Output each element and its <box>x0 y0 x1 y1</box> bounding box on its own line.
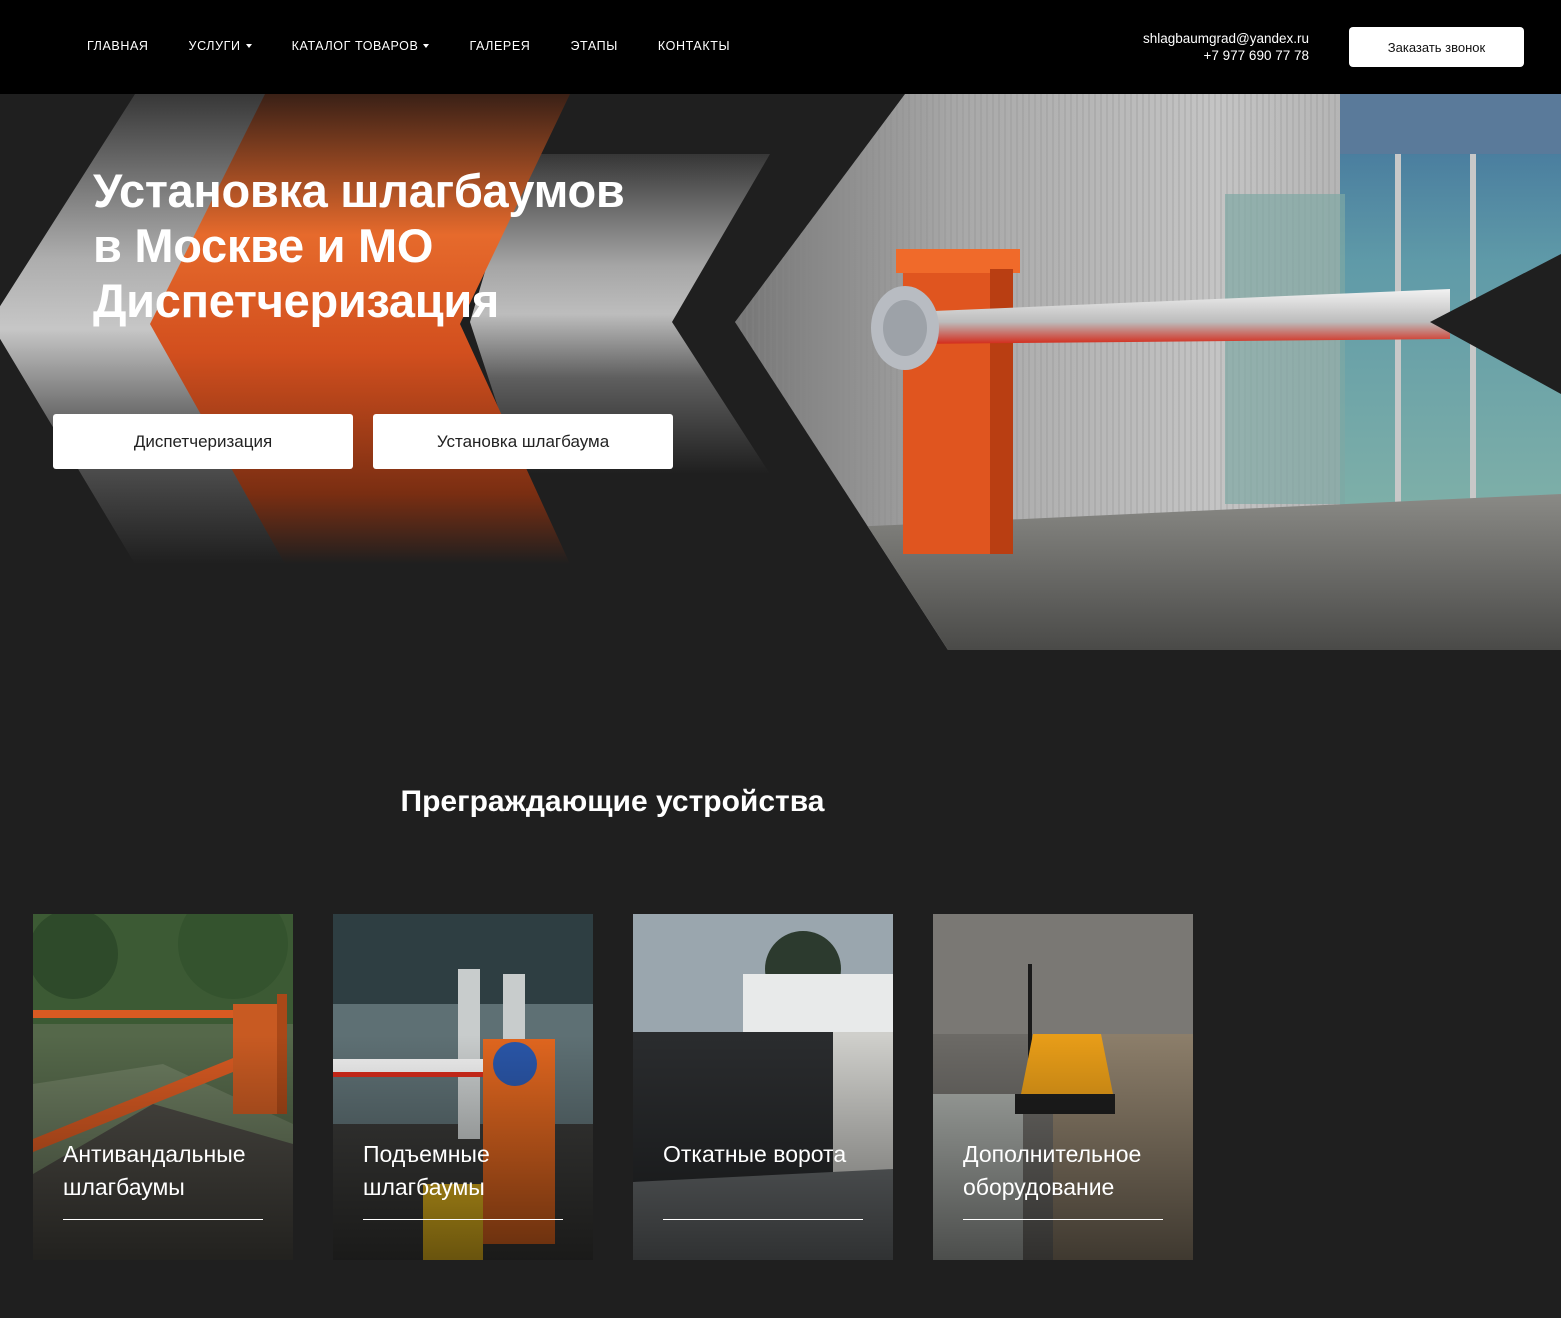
card-underline <box>363 1219 563 1220</box>
hero-banner: Установка шлагбаумов в Москве и МО Диспе… <box>0 94 1561 650</box>
dispatching-button[interactable]: Диспетчеризация <box>53 414 353 469</box>
hero-title: Установка шлагбаумов в Москве и МО Диспе… <box>93 163 625 328</box>
hero-title-line: Диспетчеризация <box>93 274 500 327</box>
card-shade <box>633 914 893 1260</box>
card-shade <box>333 914 593 1260</box>
hero-title-line: Установка шлагбаумов <box>93 164 625 217</box>
order-call-button[interactable]: Заказать звонок <box>1349 27 1524 67</box>
card-shade <box>933 914 1193 1260</box>
nav-item-stages[interactable]: Этапы <box>570 39 617 53</box>
card-underline <box>963 1219 1163 1220</box>
nav-item-catalog[interactable]: Каталог товаров <box>292 39 430 53</box>
card-extra-equipment[interactable]: Дополнительное оборудование <box>933 914 1193 1260</box>
card-antivandal-barriers[interactable]: Антивандальные шлагбаумы <box>33 914 293 1260</box>
card-shade <box>33 914 293 1260</box>
contact-email[interactable]: shlagbaumgrad@yandex.ru <box>1143 30 1309 47</box>
card-lifting-barriers[interactable]: Подъемные шлагбаумы <box>333 914 593 1260</box>
barrier-install-button[interactable]: Установка шлагбаума <box>373 414 673 469</box>
card-label: Откатные ворота <box>663 1141 847 1167</box>
section-title: Преграждающие устройства <box>400 785 825 818</box>
nav-item-home[interactable]: Главная <box>87 39 149 53</box>
card-underline <box>663 1219 863 1220</box>
header-contacts: shlagbaumgrad@yandex.ru +7 977 690 77 78 <box>1143 30 1309 64</box>
caret-down-icon <box>423 44 430 48</box>
card-underline <box>63 1219 263 1220</box>
card-sliding-gates[interactable]: Откатные ворота <box>633 914 893 1260</box>
card-label: Дополнительное оборудование <box>963 1141 1142 1200</box>
card-label: Подъемные шлагбаумы <box>363 1141 490 1200</box>
nav-item-gallery[interactable]: Галерея <box>469 39 530 53</box>
site-header: Главная Услуги Каталог товаров Галерея Э… <box>0 0 1561 94</box>
nav-item-services[interactable]: Услуги <box>189 39 252 53</box>
hero-title-line: в Москве и МО <box>93 219 434 272</box>
caret-down-icon <box>245 44 252 48</box>
main-nav: Главная Услуги Каталог товаров Галерея Э… <box>87 39 730 53</box>
nav-item-contacts[interactable]: Контакты <box>658 39 730 53</box>
contact-phone[interactable]: +7 977 690 77 78 <box>1143 47 1309 64</box>
card-label: Антивандальные шлагбаумы <box>63 1141 246 1200</box>
